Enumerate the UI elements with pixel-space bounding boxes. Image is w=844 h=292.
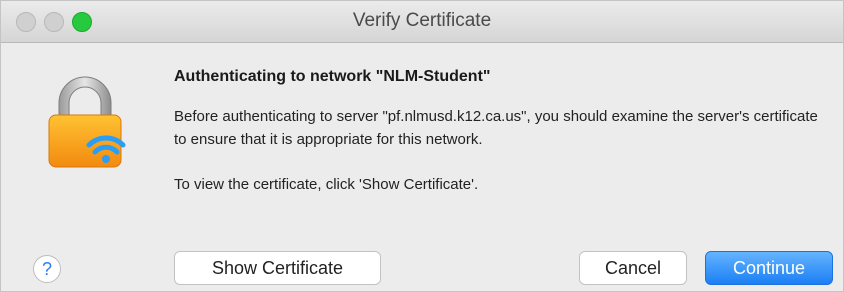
dialog-hint: To view the certificate, click 'Show Cer… [174,176,479,193]
continue-button[interactable]: Continue [705,251,833,285]
wifi-lock-icon [48,76,126,168]
dialog-message: Before authenticating to server "pf.nlmu… [174,108,818,148]
certificate-dialog: Verify Certificate Authenticating to net… [0,0,844,292]
cancel-button[interactable]: Cancel [579,251,687,285]
show-certificate-button[interactable]: Show Certificate [174,251,381,285]
window-title: Verify Certificate [352,10,492,31]
dialog-heading: Authenticating to network "NLM-Student" [174,68,491,85]
help-button[interactable]: ? [33,255,61,283]
help-icon: ? [41,259,52,279]
title-bar[interactable]: Verify Certificate [1,1,843,43]
